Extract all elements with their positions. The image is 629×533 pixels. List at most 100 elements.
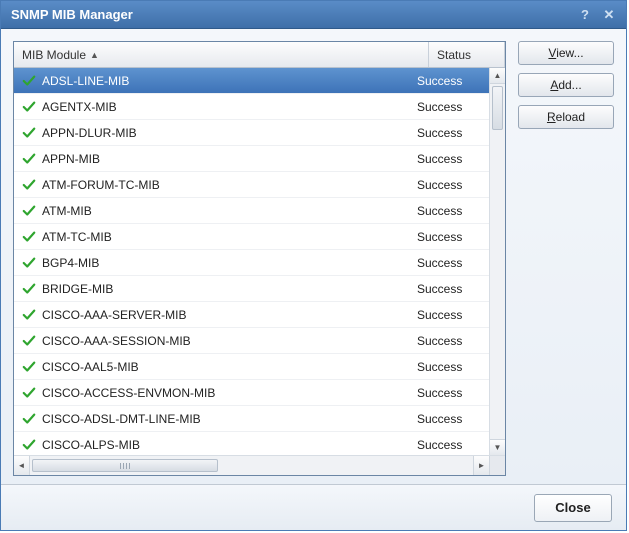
side-button-panel: View... Add... Reload: [518, 41, 614, 476]
success-check-icon: [22, 204, 36, 218]
table-row[interactable]: CISCO-AAL5-MIBSuccess: [14, 354, 489, 380]
cell-mib-module: ADSL-LINE-MIB: [14, 74, 413, 88]
table-row[interactable]: ADSL-LINE-MIB Success: [14, 68, 489, 94]
cell-status: Success: [413, 256, 489, 270]
cell-status: Success: [413, 178, 489, 192]
mib-name: ADSL-LINE-MIB: [42, 74, 129, 88]
table-row[interactable]: BRIDGE-MIB Success: [14, 276, 489, 302]
mib-name: ATM-TC-MIB: [42, 230, 112, 244]
table-row[interactable]: ATM-MIB Success: [14, 198, 489, 224]
success-check-icon: [22, 282, 36, 296]
success-check-icon: [22, 386, 36, 400]
scroll-down-icon[interactable]: ▼: [490, 439, 505, 455]
success-check-icon: [22, 308, 36, 322]
success-check-icon: [22, 256, 36, 270]
cell-mib-module: AGENTX-MIB: [14, 100, 413, 114]
window-title: SNMP MIB Manager: [11, 7, 570, 22]
cell-mib-module: APPN-MIB: [14, 152, 413, 166]
scroll-up-icon[interactable]: ▲: [490, 68, 505, 84]
close-icon[interactable]: ✕: [600, 6, 618, 24]
cell-status: Success: [413, 438, 489, 452]
hscroll-thumb[interactable]: [32, 459, 218, 472]
help-icon[interactable]: ?: [576, 6, 594, 24]
mib-name: CISCO-ALPS-MIB: [42, 438, 140, 452]
cell-status: Success: [413, 308, 489, 322]
table-row[interactable]: CISCO-AAA-SESSION-MIBSuccess: [14, 328, 489, 354]
success-check-icon: [22, 100, 36, 114]
column-header-label: Status: [437, 48, 471, 62]
column-header-label: MIB Module: [22, 48, 86, 62]
cell-mib-module: BRIDGE-MIB: [14, 282, 413, 296]
table-row[interactable]: BGP4-MIB Success: [14, 250, 489, 276]
cell-mib-module: CISCO-AAA-SERVER-MIB: [14, 308, 413, 322]
mib-name: ATM-MIB: [42, 204, 92, 218]
table-row[interactable]: ATM-FORUM-TC-MIB Success: [14, 172, 489, 198]
cell-status: Success: [413, 126, 489, 140]
mib-name: BGP4-MIB: [42, 256, 99, 270]
mib-name: AGENTX-MIB: [42, 100, 117, 114]
mib-name: CISCO-ACCESS-ENVMON-MIB: [42, 386, 215, 400]
table-row[interactable]: APPN-MIB Success: [14, 146, 489, 172]
cell-mib-module: CISCO-ALPS-MIB: [14, 438, 413, 452]
cell-status: Success: [413, 74, 489, 88]
table-row[interactable]: AGENTX-MIB Success: [14, 94, 489, 120]
horizontal-scrollbar[interactable]: ◄ ►: [14, 455, 505, 475]
sort-asc-icon: ▲: [90, 50, 99, 60]
success-check-icon: [22, 74, 36, 88]
mib-name: CISCO-AAA-SERVER-MIB: [42, 308, 186, 322]
table-row[interactable]: APPN-DLUR-MIB Success: [14, 120, 489, 146]
cell-status: Success: [413, 230, 489, 244]
scroll-thumb[interactable]: [492, 86, 503, 130]
success-check-icon: [22, 152, 36, 166]
close-button[interactable]: Close: [534, 494, 612, 522]
success-check-icon: [22, 334, 36, 348]
cell-mib-module: CISCO-ACCESS-ENVMON-MIB: [14, 386, 413, 400]
success-check-icon: [22, 412, 36, 426]
scroll-left-icon[interactable]: ◄: [14, 456, 30, 475]
cell-mib-module: CISCO-AAA-SESSION-MIB: [14, 334, 413, 348]
close-button-label: Close: [555, 500, 590, 515]
table-row[interactable]: ATM-TC-MIB Success: [14, 224, 489, 250]
success-check-icon: [22, 230, 36, 244]
success-check-icon: [22, 438, 36, 452]
mib-name: CISCO-AAA-SESSION-MIB: [42, 334, 191, 348]
cell-mib-module: ATM-FORUM-TC-MIB: [14, 178, 413, 192]
view-button[interactable]: View...: [518, 41, 614, 65]
table-row[interactable]: CISCO-AAA-SERVER-MIB Success: [14, 302, 489, 328]
mib-name: ATM-FORUM-TC-MIB: [42, 178, 160, 192]
add-button[interactable]: Add...: [518, 73, 614, 97]
cell-status: Success: [413, 204, 489, 218]
reload-button[interactable]: Reload: [518, 105, 614, 129]
dialog-footer: Close: [1, 484, 626, 530]
cell-mib-module: APPN-DLUR-MIB: [14, 126, 413, 140]
cell-status: Success: [413, 100, 489, 114]
mib-name: APPN-DLUR-MIB: [42, 126, 137, 140]
hscroll-track[interactable]: [30, 456, 473, 475]
mib-name: APPN-MIB: [42, 152, 100, 166]
cell-mib-module: ATM-TC-MIB: [14, 230, 413, 244]
mib-name: CISCO-ADSL-DMT-LINE-MIB: [42, 412, 201, 426]
cell-mib-module: CISCO-AAL5-MIB: [14, 360, 413, 374]
cell-status: Success: [413, 386, 489, 400]
success-check-icon: [22, 126, 36, 140]
mib-name: BRIDGE-MIB: [42, 282, 113, 296]
success-check-icon: [22, 178, 36, 192]
table-body-wrap: ADSL-LINE-MIBSuccessAGENTX-MIBSuccessAPP…: [14, 68, 505, 475]
mib-table: MIB Module ▲ Status ADSL-LINE-MIB Success…: [13, 41, 506, 476]
table-body: ADSL-LINE-MIBSuccessAGENTX-MIBSuccessAPP…: [14, 68, 505, 455]
cell-status: Success: [413, 282, 489, 296]
vertical-scrollbar[interactable]: ▲ ▼: [489, 68, 505, 455]
titlebar: SNMP MIB Manager ? ✕: [1, 1, 626, 29]
cell-status: Success: [413, 412, 489, 426]
cell-status: Success: [413, 152, 489, 166]
table-row[interactable]: CISCO-ADSL-DMT-LINE-MIB Success: [14, 406, 489, 432]
table-row[interactable]: CISCO-ACCESS-ENVMON-MIB Success: [14, 380, 489, 406]
cell-mib-module: CISCO-ADSL-DMT-LINE-MIB: [14, 412, 413, 426]
column-header-status[interactable]: Status: [429, 42, 505, 67]
cell-mib-module: ATM-MIB: [14, 204, 413, 218]
cell-status: Success: [413, 360, 489, 374]
scroll-right-icon[interactable]: ►: [473, 456, 489, 475]
table-row[interactable]: CISCO-ALPS-MIB Success: [14, 432, 489, 455]
table-header: MIB Module ▲ Status: [14, 42, 505, 68]
column-header-mib-module[interactable]: MIB Module ▲: [14, 42, 429, 67]
